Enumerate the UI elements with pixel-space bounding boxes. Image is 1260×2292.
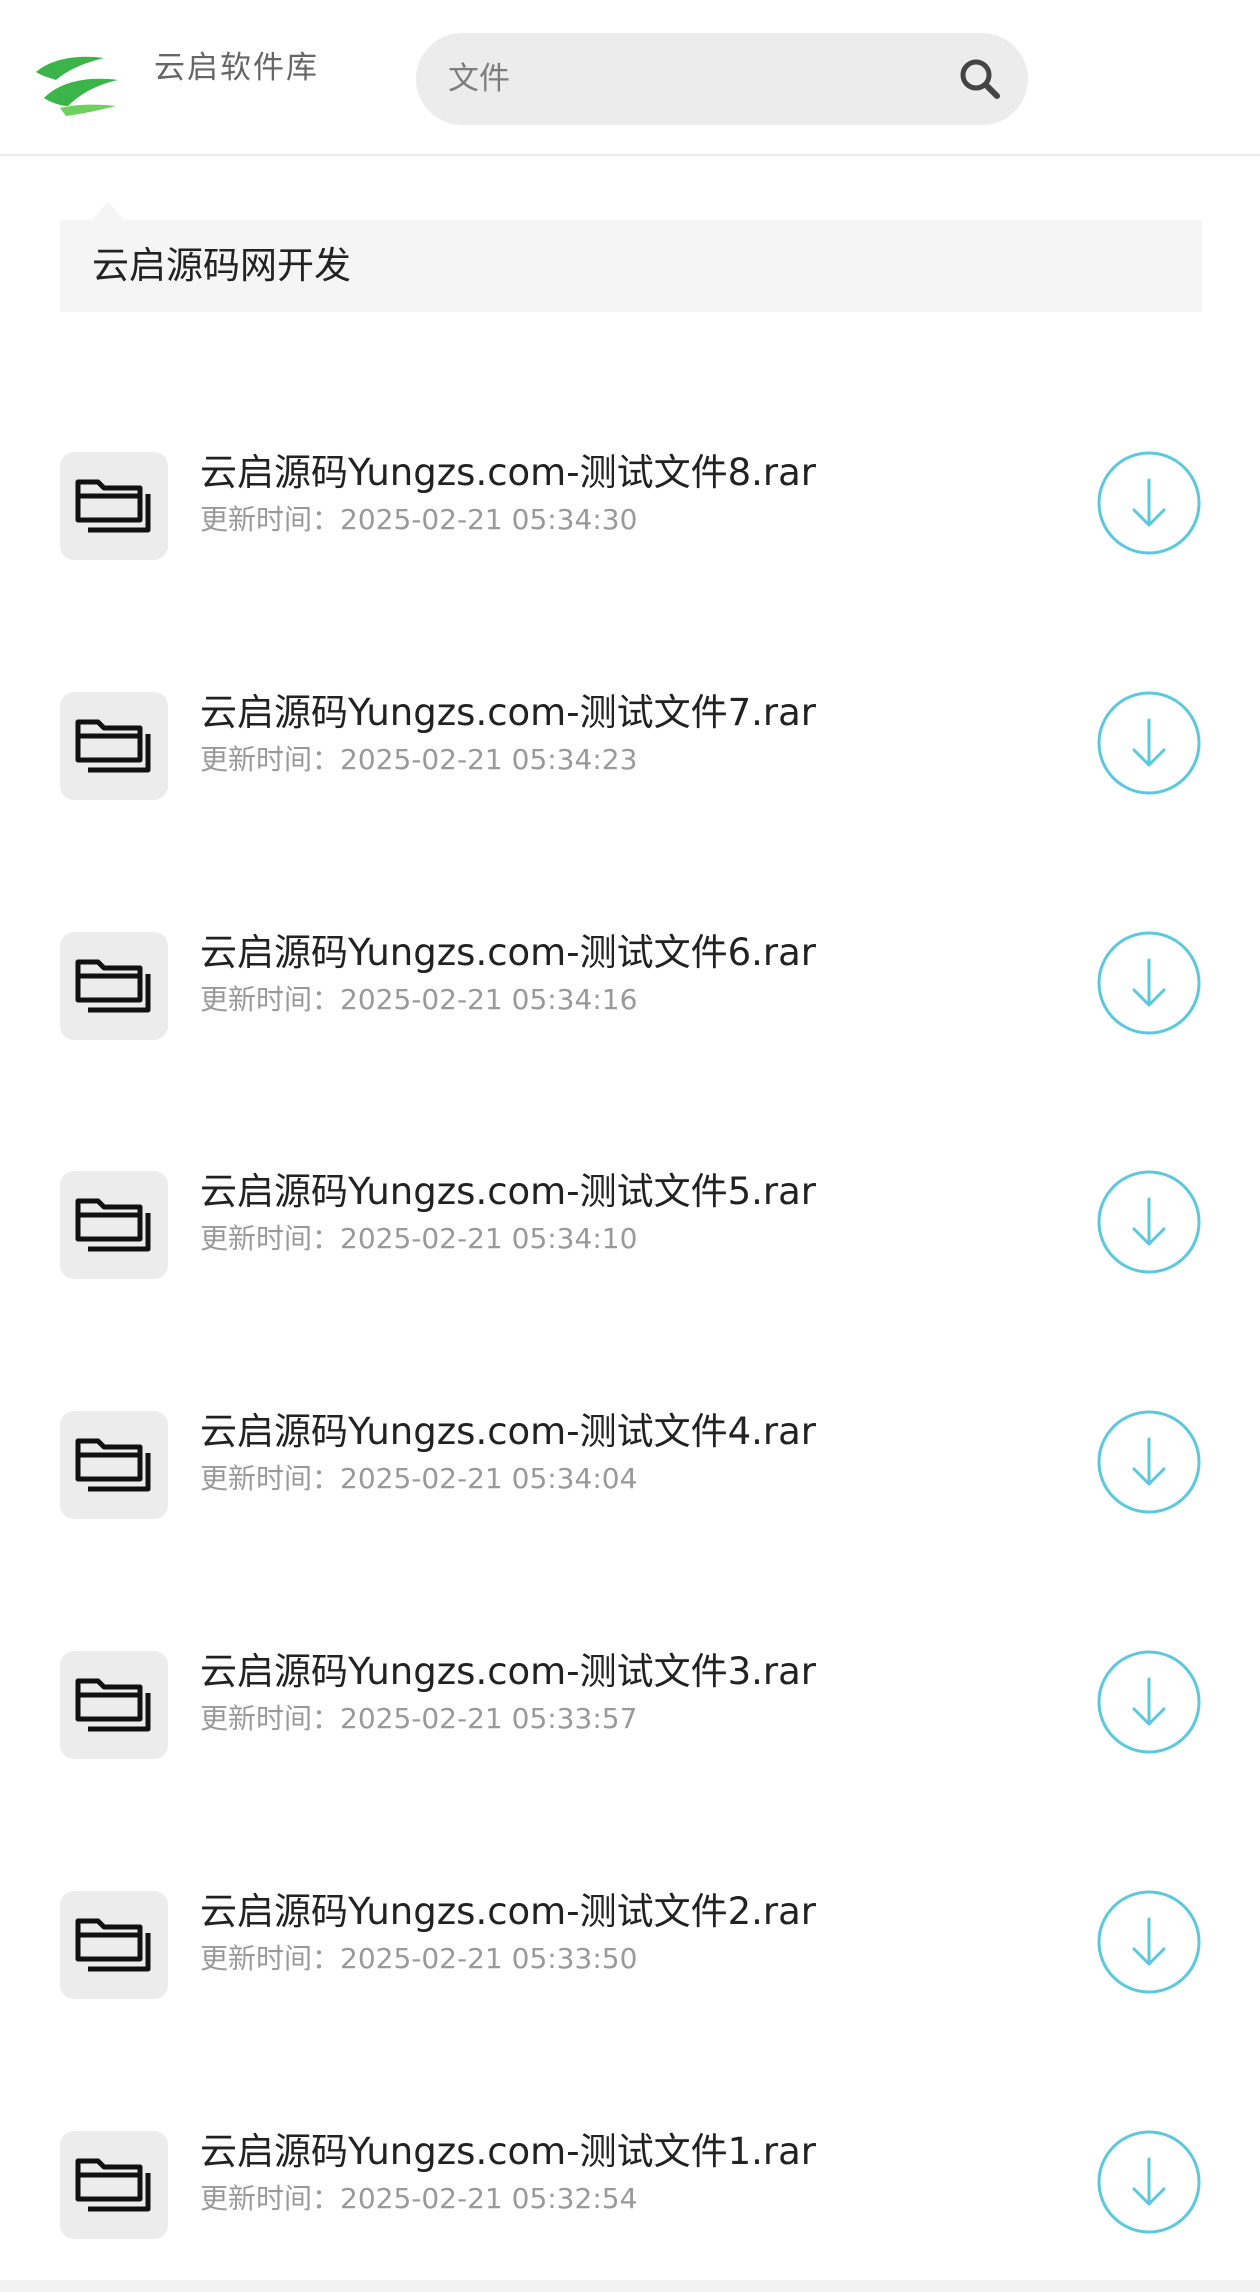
file-updated-time: 更新时间：2025-02-21 05:32:54 (200, 2182, 638, 2215)
file-updated-time: 更新时间：2025-02-21 05:34:10 (200, 1222, 638, 1255)
file-name[interactable]: 云启源码Yungzs.com-测试文件3.rar (200, 1647, 816, 1697)
file-name[interactable]: 云启源码Yungzs.com-测试文件4.rar (200, 1407, 816, 1457)
folder-icon (60, 2131, 168, 2239)
file-name[interactable]: 云启源码Yungzs.com-测试文件2.rar (200, 1887, 816, 1937)
download-icon[interactable] (1096, 690, 1202, 796)
file-list: 云启源码Yungzs.com-测试文件8.rar 更新时间：2025-02-21 … (0, 0, 1260, 2292)
folder-icon (60, 1171, 168, 1279)
download-icon[interactable] (1096, 1649, 1202, 1755)
file-name[interactable]: 云启源码Yungzs.com-测试文件6.rar (200, 928, 816, 978)
file-name[interactable]: 云启源码Yungzs.com-测试文件8.rar (200, 448, 816, 498)
file-updated-time: 更新时间：2025-02-21 05:34:30 (200, 503, 638, 536)
folder-icon (60, 1411, 168, 1519)
list-item[interactable]: 云启源码Yungzs.com-测试文件7.rar 更新时间：2025-02-21 … (60, 690, 1202, 800)
file-updated-time: 更新时间：2025-02-21 05:34:04 (200, 1462, 638, 1495)
folder-icon (60, 452, 168, 560)
file-updated-time: 更新时间：2025-02-21 05:33:50 (200, 1942, 638, 1975)
file-updated-time: 更新时间：2025-02-21 05:33:57 (200, 1702, 638, 1735)
file-updated-time: 更新时间：2025-02-21 05:34:16 (200, 983, 638, 1016)
download-icon[interactable] (1096, 2129, 1202, 2235)
list-item[interactable]: 云启源码Yungzs.com-测试文件3.rar 更新时间：2025-02-21 … (60, 1649, 1202, 1759)
folder-icon (60, 692, 168, 800)
list-item[interactable]: 云启源码Yungzs.com-测试文件5.rar 更新时间：2025-02-21 … (60, 1169, 1202, 1279)
list-item[interactable]: 云启源码Yungzs.com-测试文件8.rar 更新时间：2025-02-21 … (60, 450, 1202, 560)
download-icon[interactable] (1096, 450, 1202, 556)
file-updated-time: 更新时间：2025-02-21 05:34:23 (200, 743, 638, 776)
file-name[interactable]: 云启源码Yungzs.com-测试文件5.rar (200, 1167, 816, 1217)
list-item[interactable]: 云启源码Yungzs.com-测试文件6.rar 更新时间：2025-02-21 … (60, 930, 1202, 1040)
list-item[interactable]: 云启源码Yungzs.com-测试文件2.rar 更新时间：2025-02-21 … (60, 1889, 1202, 1999)
file-name[interactable]: 云启源码Yungzs.com-测试文件7.rar (200, 688, 816, 738)
download-icon[interactable] (1096, 1169, 1202, 1275)
download-icon[interactable] (1096, 930, 1202, 1036)
folder-icon (60, 1891, 168, 1999)
folder-icon (60, 932, 168, 1040)
file-name[interactable]: 云启源码Yungzs.com-测试文件1.rar (200, 2127, 816, 2177)
download-icon[interactable] (1096, 1889, 1202, 1995)
bottom-divider (0, 2280, 1260, 2292)
list-item[interactable]: 云启源码Yungzs.com-测试文件4.rar 更新时间：2025-02-21 … (60, 1409, 1202, 1519)
list-item[interactable]: 云启源码Yungzs.com-测试文件1.rar 更新时间：2025-02-21 … (60, 2129, 1202, 2239)
download-icon[interactable] (1096, 1409, 1202, 1515)
folder-icon (60, 1651, 168, 1759)
